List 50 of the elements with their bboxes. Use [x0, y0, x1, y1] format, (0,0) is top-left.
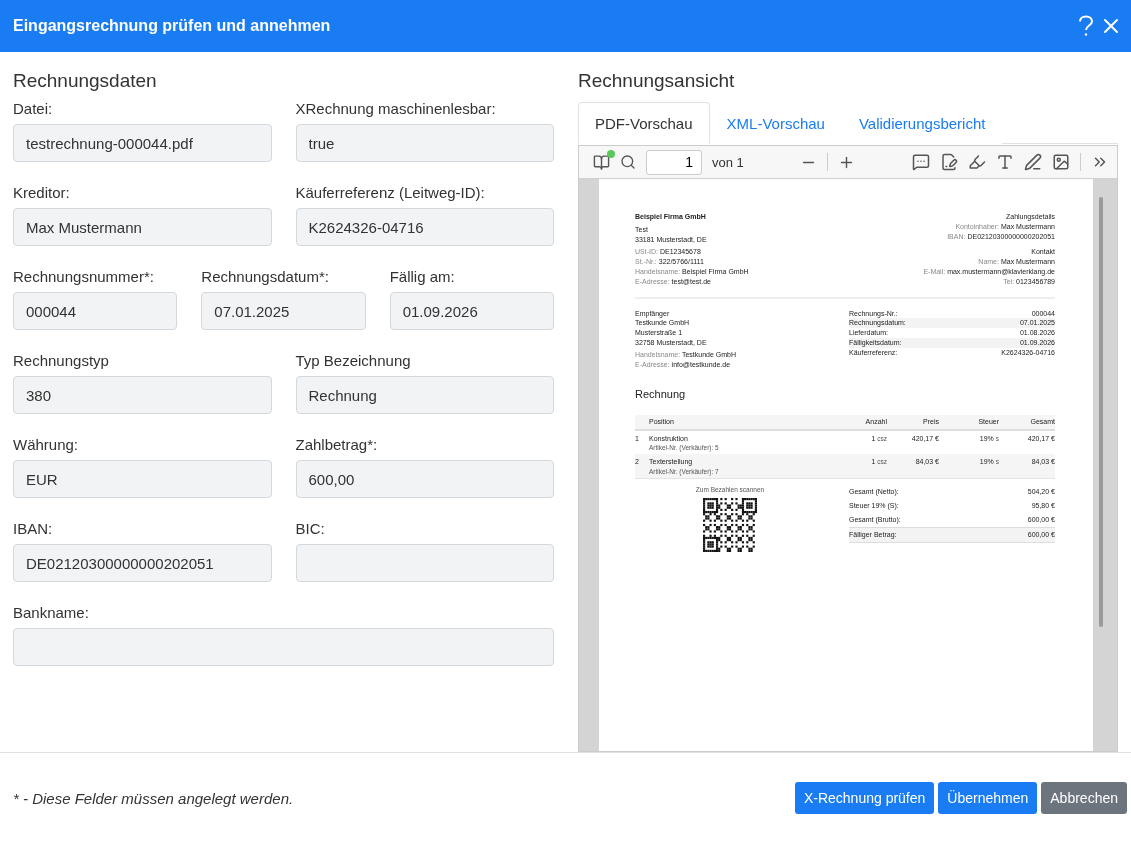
- document-title: Rechnung: [635, 387, 687, 403]
- comment-icon[interactable]: [912, 153, 930, 171]
- footnote: * - Diese Felder müssen angelegt werden.: [13, 789, 295, 807]
- input-field[interactable]: K2624326-04716: [295, 208, 554, 246]
- field-label: XRechnung maschinenlesbar:: [295, 100, 497, 118]
- input-field[interactable]: 01.09.2026: [389, 292, 554, 330]
- action-button[interactable]: Übernehmen: [938, 782, 1038, 814]
- input-field[interactable]: 380: [13, 376, 272, 414]
- input-field[interactable]: Max Mustermann: [13, 208, 272, 246]
- text-icon[interactable]: [996, 153, 1014, 171]
- field-label: IBAN:: [13, 520, 54, 538]
- input-field[interactable]: 600,00: [295, 460, 554, 498]
- field-label: Bankname:: [13, 604, 90, 622]
- tab[interactable]: PDF-Vorschau: [578, 102, 710, 144]
- field-label: Datei:: [13, 100, 54, 118]
- field-label: Typ Bezeichnung: [295, 352, 412, 370]
- input-field[interactable]: [13, 628, 554, 666]
- image-icon[interactable]: [1052, 153, 1070, 171]
- field-label: Zahlbetrag*:: [295, 436, 379, 454]
- sidebar-icon[interactable]: [593, 153, 610, 171]
- dialog-title: Eingangsrechnung prüfen und annehmen: [13, 17, 332, 35]
- input-field[interactable]: testrechnung-000044.pdf: [13, 124, 272, 162]
- qr-code-icon: [703, 498, 757, 553]
- section-heading: Rechnungsdaten: [13, 70, 158, 93]
- field-label: BIC:: [295, 520, 326, 538]
- input-field[interactable]: EUR: [13, 460, 272, 498]
- highlighter-icon[interactable]: [968, 153, 986, 171]
- input-field[interactable]: 07.01.2025: [201, 292, 366, 330]
- field-label: Währung:: [13, 436, 80, 454]
- field-label: Rechnungsdatum*:: [201, 268, 330, 286]
- input-field[interactable]: [295, 544, 554, 582]
- status-dot: [607, 149, 615, 158]
- action-button[interactable]: X-Rechnung prüfen: [794, 782, 935, 814]
- signature-icon[interactable]: [940, 153, 958, 171]
- field-label: Käuferreferenz (Leitweg-ID):: [295, 184, 486, 202]
- section-heading: Rechnungsansicht: [578, 70, 736, 93]
- field-label: Rechnungstyp: [13, 352, 110, 370]
- input-field[interactable]: DE02120300000000202051: [13, 544, 272, 582]
- pen-icon[interactable]: [1024, 153, 1042, 171]
- page-count: von 1: [712, 154, 744, 170]
- page-number-field[interactable]: 1: [646, 149, 702, 175]
- field-label: Fällig am:: [389, 268, 456, 286]
- input-field[interactable]: 000044: [13, 292, 178, 330]
- input-field[interactable]: true: [295, 124, 554, 162]
- field-label: Rechnungsnummer*:: [13, 268, 155, 286]
- action-button[interactable]: Abbrechen: [1041, 782, 1127, 814]
- search-icon[interactable]: [620, 154, 636, 170]
- input-field[interactable]: Rechnung: [295, 376, 554, 414]
- help-icon[interactable]: [1077, 15, 1095, 37]
- field-label: Kreditor:: [13, 184, 71, 202]
